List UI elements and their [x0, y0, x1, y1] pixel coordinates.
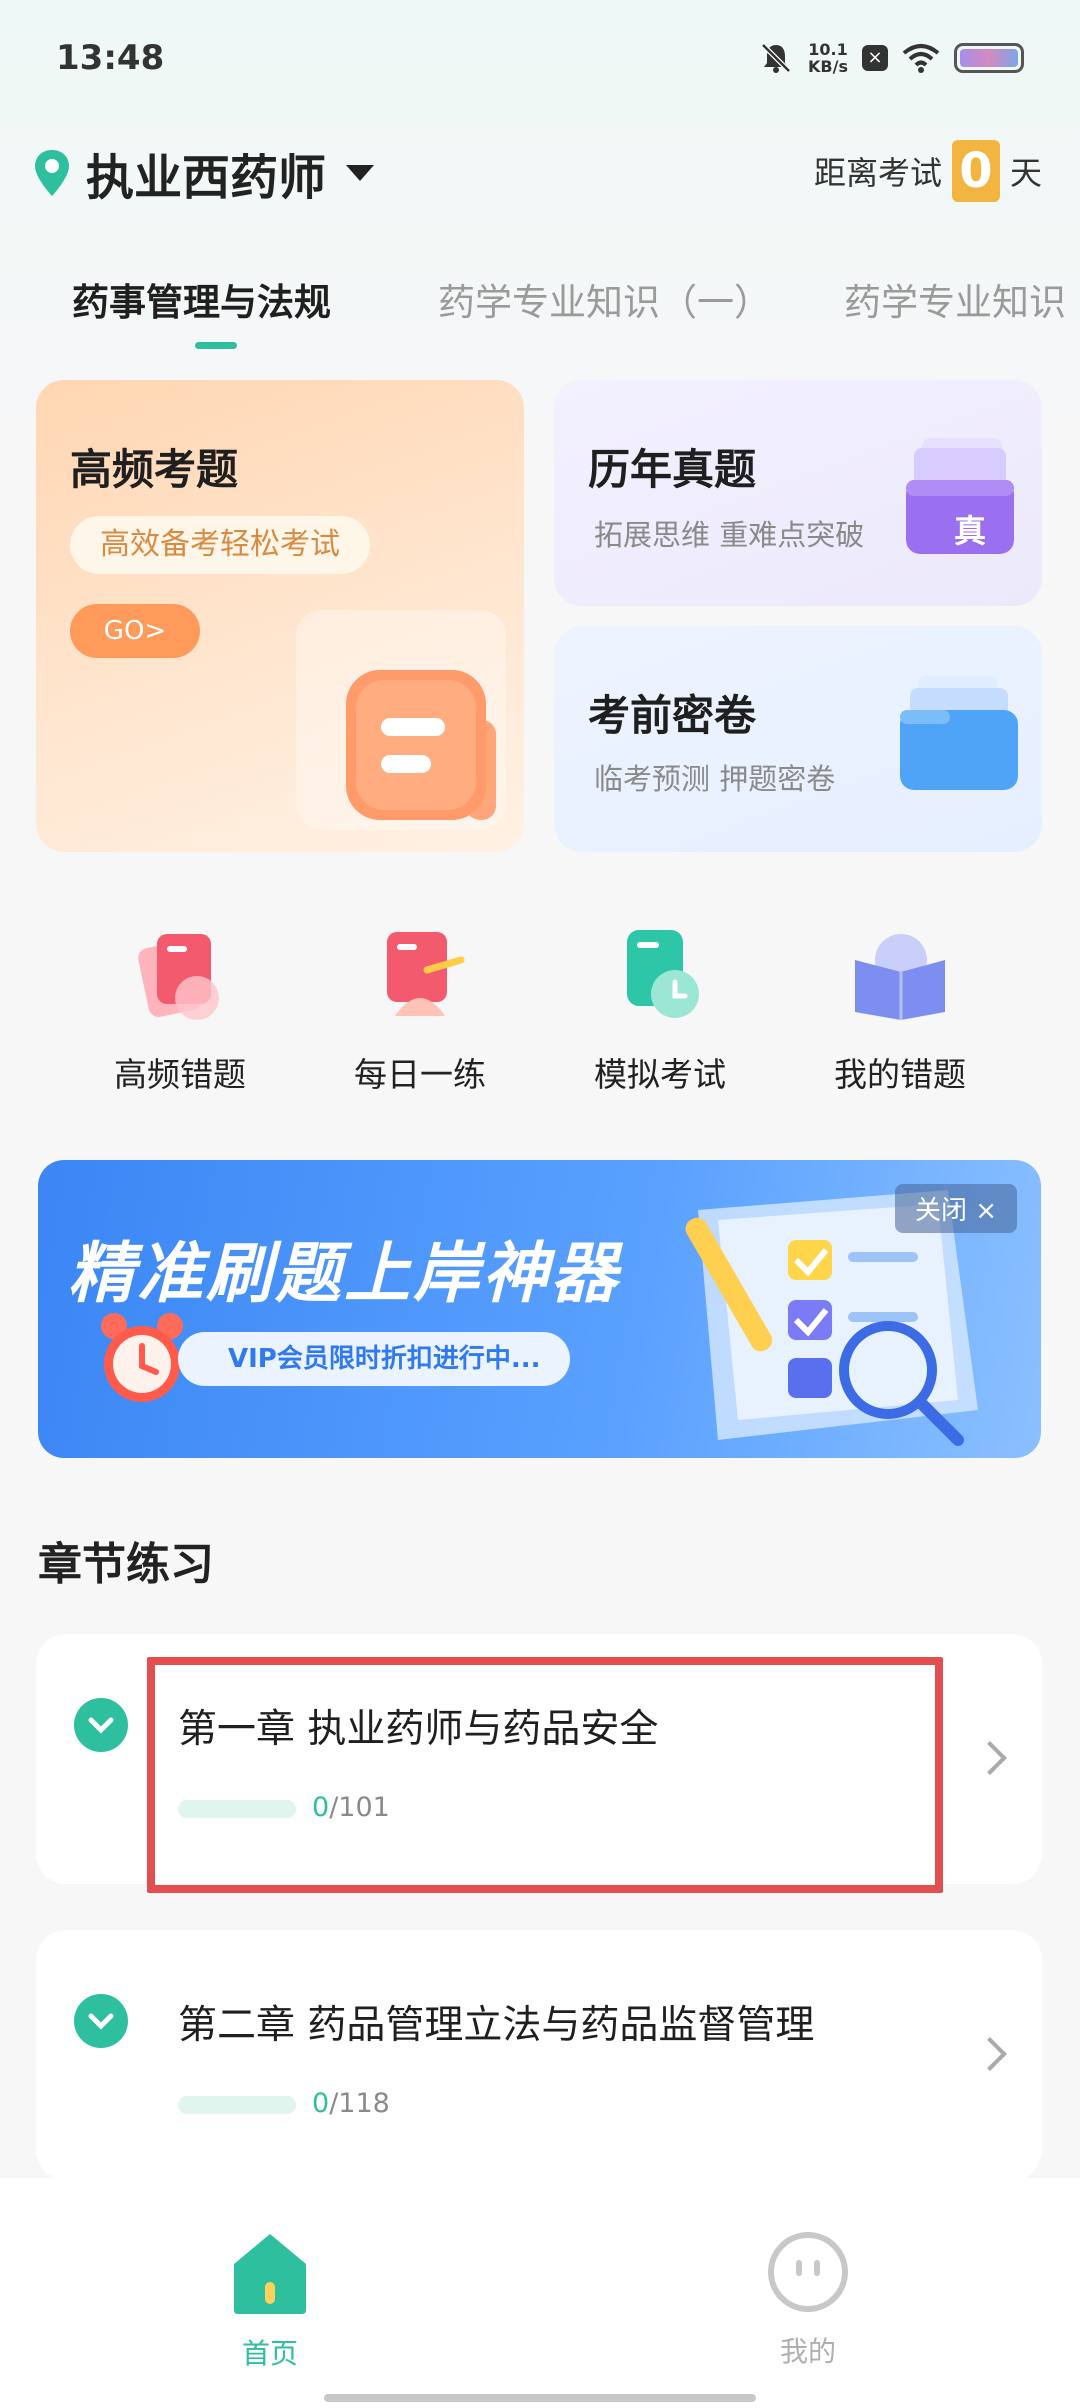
countdown-prefix: 距离考试: [813, 154, 942, 192]
go-button[interactable]: GO>: [70, 604, 200, 658]
subject-tabs: 药事管理与法规 药学专业知识（一） 药学专业知识（二）: [0, 262, 1080, 352]
exam-name: 执业西药师: [86, 150, 327, 206]
document-icon: [346, 670, 496, 820]
vip-promo-banner[interactable]: 精准刷题上岸神器 VIP会员限时折扣进行中... 关闭 ×: [38, 1160, 1041, 1458]
past-papers-badge: 真: [954, 512, 987, 550]
active-tab-indicator: [195, 342, 237, 349]
card-subtitle: 拓展思维 重难点突破: [594, 518, 865, 552]
mock-secret-card[interactable]: 考前密卷 临考预测 押题密卷: [554, 626, 1042, 852]
banner-title: 精准刷题上岸神器: [68, 1235, 620, 1312]
progress-count: 0/118: [312, 2088, 390, 2119]
card-title: 高频考题: [70, 445, 239, 494]
chevron-down-icon: [346, 165, 375, 181]
nav-profile[interactable]: 我的: [708, 2230, 908, 2370]
countdown-value: 0: [951, 140, 1000, 202]
section-title: 章节练习: [38, 1539, 214, 1590]
chapter-card-2[interactable]: 第二章 药品管理立法与药品监督管理 0/118: [36, 1930, 1042, 2180]
selection-highlight-box: [147, 1657, 943, 1893]
battery-icon: [954, 43, 1024, 73]
network-speed: 10.1 KB/s: [808, 40, 848, 76]
wifi-icon: [902, 44, 940, 73]
daily-practice-icon: [387, 932, 465, 1016]
quick-action-high-freq-wrong[interactable]: 高频错题: [80, 920, 280, 1096]
quick-action-label: 模拟考试: [594, 1055, 726, 1094]
status-icons: 10.1 KB/s ×: [758, 40, 1024, 76]
home-indicator[interactable]: [324, 2394, 756, 2402]
past-papers-card[interactable]: 历年真题 拓展思维 重难点突破 真: [554, 380, 1042, 606]
high-frequency-card[interactable]: 高频考题 高效备考轻松考试 GO>: [36, 380, 524, 852]
chapter-title: 第二章 药品管理立法与药品监督管理: [178, 2003, 815, 2048]
tab-pharmacy-knowledge-1[interactable]: 药学专业知识（一）: [438, 272, 771, 326]
mute-bell-icon: [761, 43, 791, 73]
nav-label: 首页: [241, 2337, 298, 2370]
wrong-cards-icon: [138, 934, 219, 1020]
quick-action-label: 每日一练: [354, 1055, 486, 1094]
progress-bar: [178, 2096, 296, 2114]
card-title: 考前密卷: [588, 691, 757, 740]
banner-close-button[interactable]: 关闭 ×: [894, 1184, 1017, 1233]
tab-pharmacy-law[interactable]: 药事管理与法规: [72, 272, 331, 326]
quick-action-label: 我的错题: [834, 1055, 966, 1094]
blue-folder-icon: [900, 676, 1018, 790]
chevron-right-icon: [973, 1741, 1007, 1775]
check-circle-icon: [74, 1994, 128, 2048]
nav-home[interactable]: 首页: [170, 2230, 370, 2372]
home-icon: [234, 2234, 306, 2314]
status-bar: 13:48 10.1 KB/s ×: [0, 0, 1080, 120]
my-mistakes-icon: [855, 934, 945, 1020]
tab-pharmacy-knowledge-2[interactable]: 药学专业知识（二）: [844, 272, 1080, 326]
exam-countdown: 距离考试 0 天: [814, 140, 1042, 202]
mock-exam-icon: [627, 930, 699, 1018]
quick-action-mock-exam[interactable]: 模拟考试: [560, 920, 760, 1096]
nav-label: 我的: [779, 2335, 836, 2368]
notification-x-icon: ×: [862, 45, 888, 71]
countdown-unit: 天: [1009, 154, 1042, 192]
banner-promo-pill: VIP会员限时折扣进行中...: [178, 1332, 571, 1386]
card-tagline: 高效备考轻松考试: [70, 516, 370, 574]
check-circle-icon: [74, 1698, 128, 1752]
card-subtitle: 临考预测 押题密卷: [594, 762, 836, 796]
bottom-nav: 首页 我的: [0, 2178, 1080, 2408]
card-title: 历年真题: [588, 445, 757, 494]
status-time: 13:48: [56, 38, 165, 78]
location-pin-icon: [35, 150, 69, 196]
quick-action-my-mistakes[interactable]: 我的错题: [800, 920, 1000, 1096]
exam-selector[interactable]: 执业西药师: [32, 138, 375, 208]
alarm-clock-icon: [101, 1313, 183, 1402]
quick-action-daily-practice[interactable]: 每日一练: [320, 920, 520, 1096]
profile-icon: [768, 2232, 848, 2312]
chevron-right-icon: [973, 2037, 1007, 2071]
quick-action-label: 高频错题: [114, 1055, 246, 1094]
